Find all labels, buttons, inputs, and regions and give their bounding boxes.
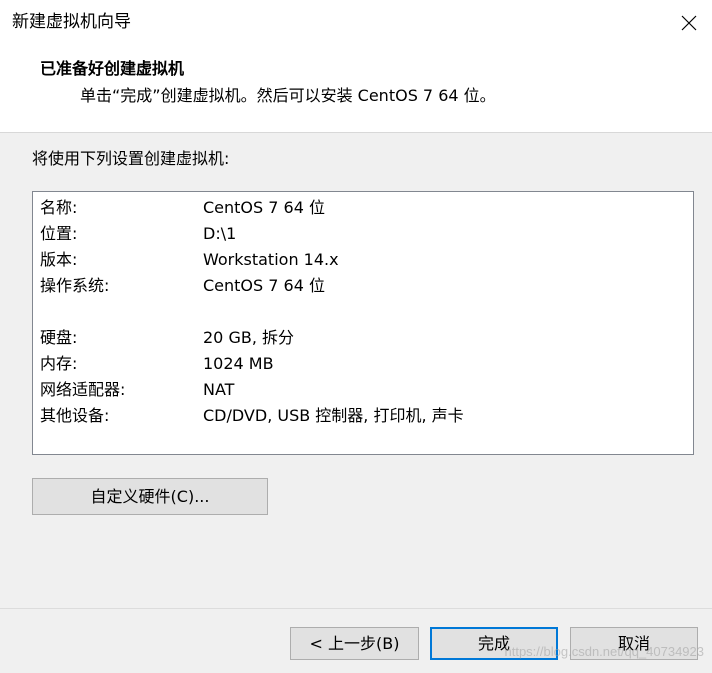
back-button[interactable]: < 上一步(B) (290, 627, 419, 660)
summary-label: 硬盘: (40, 328, 78, 347)
window-title: 新建虚拟机向导 (12, 12, 131, 32)
summary-label: 操作系统: (40, 276, 110, 295)
summary-label: 其他设备: (40, 406, 110, 425)
customize-hardware-button[interactable]: 自定义硬件(C)... (32, 478, 268, 515)
summary-label: 位置: (40, 224, 78, 243)
summary-value: CentOS 7 64 位 (203, 276, 325, 295)
summary-value: Workstation 14.x (203, 250, 339, 269)
settings-intro-text: 将使用下列设置创建虚拟机: (32, 149, 230, 168)
close-icon (681, 15, 697, 31)
title-bar: 新建虚拟机向导 (0, 0, 712, 45)
summary-label: 名称: (40, 198, 78, 217)
wizard-header: 已准备好创建虚拟机 单击“完成”创建虚拟机。然后可以安装 CentOS 7 64… (0, 45, 712, 133)
footer-divider (0, 608, 712, 609)
summary-value: 20 GB, 拆分 (203, 328, 294, 347)
summary-value: CD/DVD, USB 控制器, 打印机, 声卡 (203, 406, 464, 425)
summary-value: D:\1 (203, 224, 237, 243)
summary-label: 版本: (40, 250, 78, 269)
settings-summary-list[interactable]: 名称: CentOS 7 64 位 位置: D:\1 版本: Workstati… (32, 191, 694, 455)
new-vm-wizard-dialog: 新建虚拟机向导 已准备好创建虚拟机 单击“完成”创建虚拟机。然后可以安装 Cen… (0, 0, 712, 673)
summary-value: NAT (203, 380, 235, 399)
header-subtitle: 单击“完成”创建虚拟机。然后可以安装 CentOS 7 64 位。 (80, 86, 496, 105)
close-button[interactable] (666, 0, 712, 45)
watermark: https://blog.csdn.net/qq_40734923 (504, 644, 705, 659)
header-title: 已准备好创建虚拟机 (40, 59, 185, 78)
summary-value: CentOS 7 64 位 (203, 198, 325, 217)
summary-label: 网络适配器: (40, 380, 126, 399)
summary-label: 内存: (40, 354, 78, 373)
summary-value: 1024 MB (203, 354, 274, 373)
